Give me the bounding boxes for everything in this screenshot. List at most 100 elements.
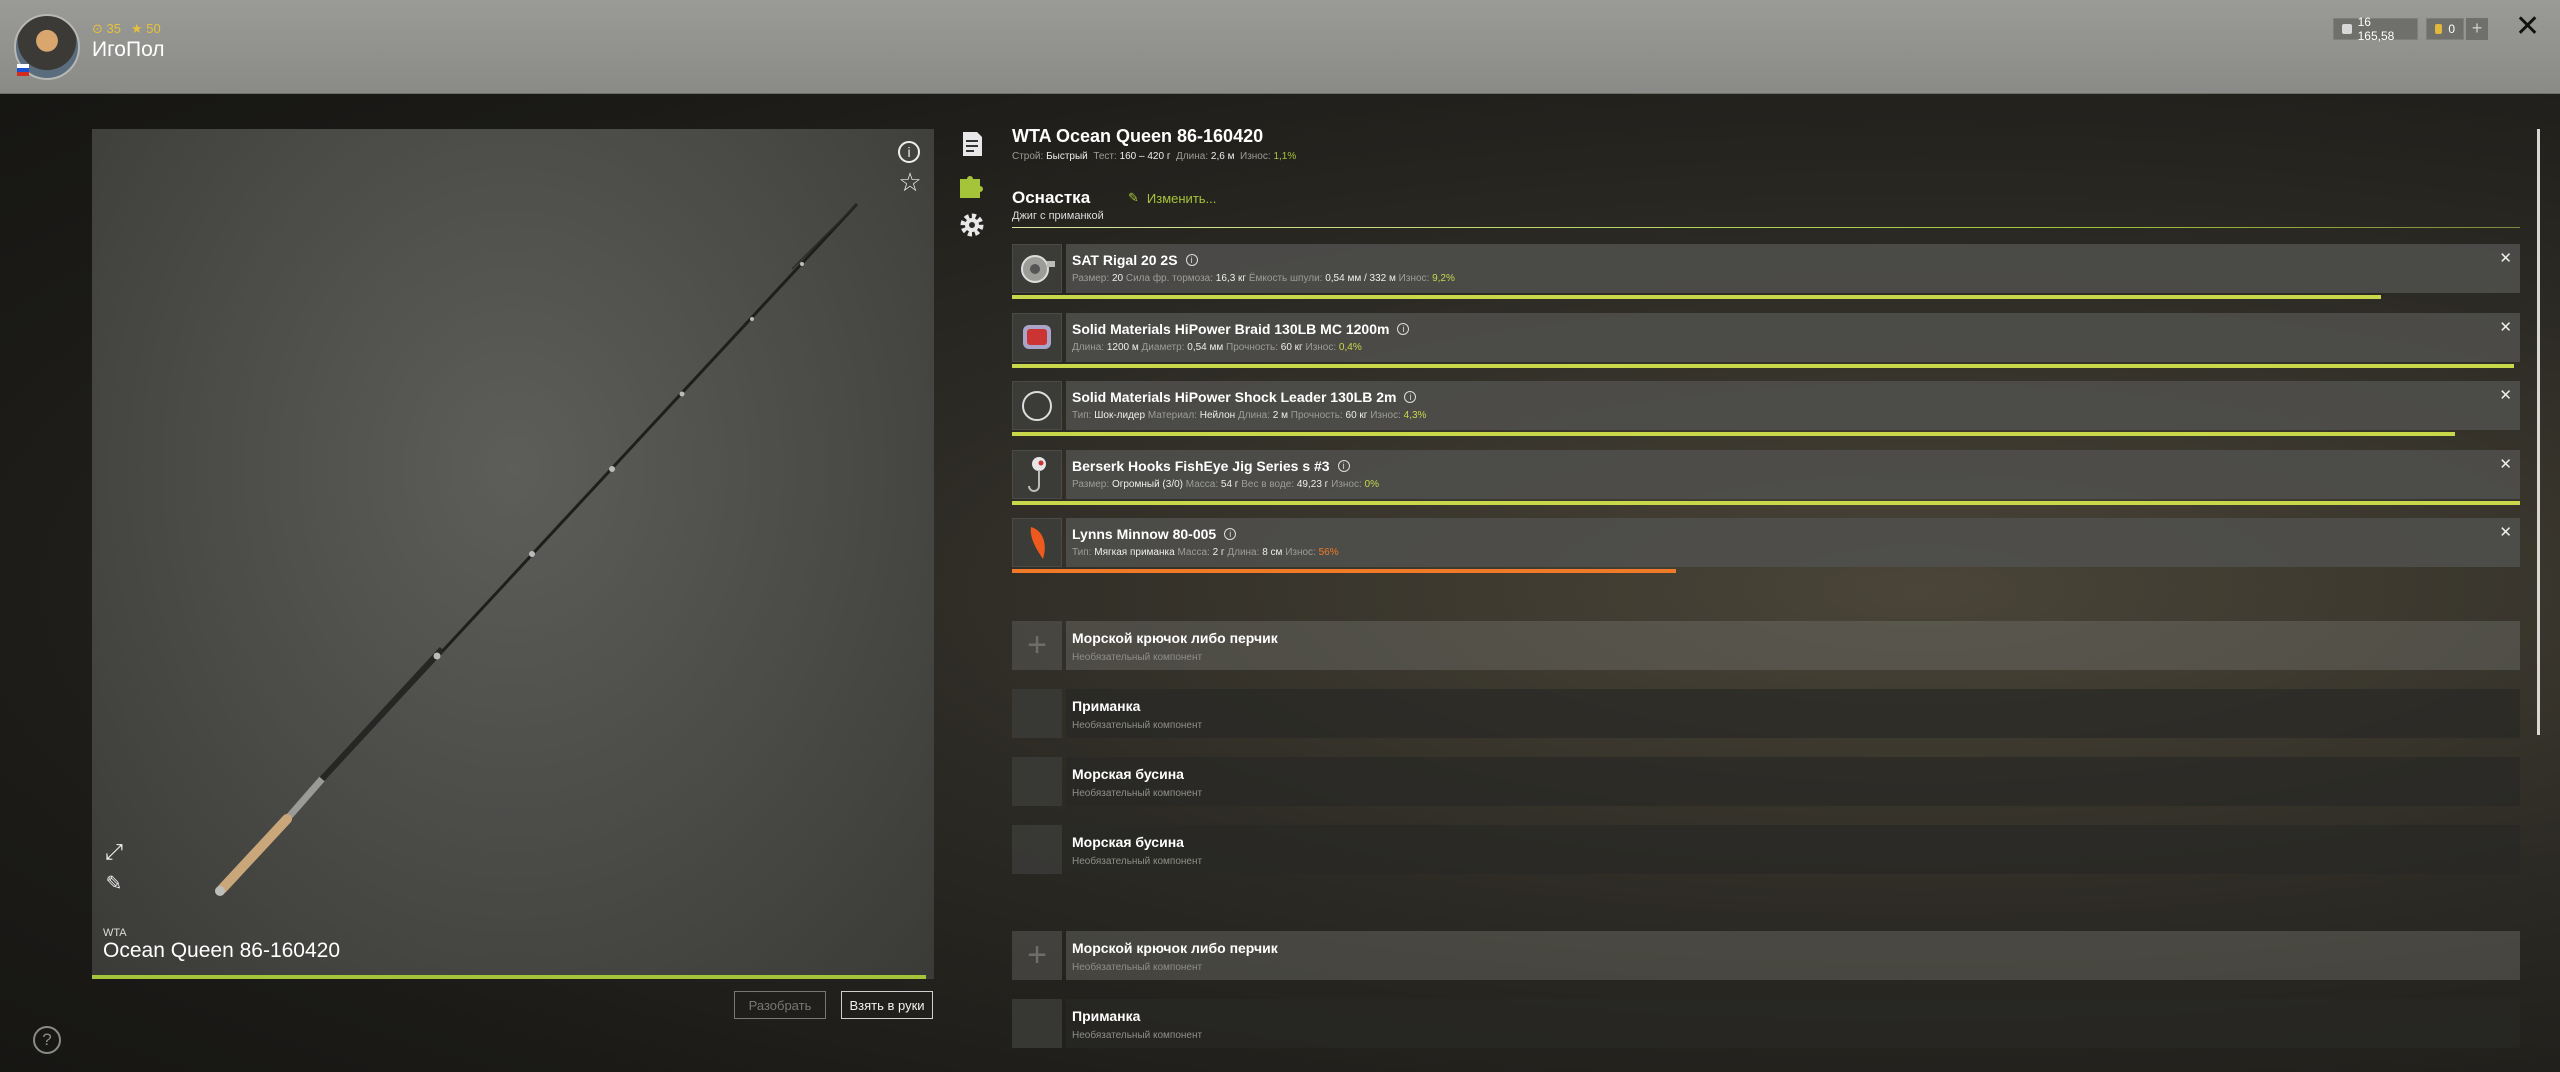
item-condition-bar xyxy=(1012,295,2382,299)
spec-label: Износ: xyxy=(1240,151,1271,162)
remove-item-icon[interactable]: ✕ xyxy=(2499,318,2512,336)
gear-icon[interactable] xyxy=(957,210,987,240)
rig-item-name-text: Solid Materials HiPower Shock Leader 130… xyxy=(1072,389,1397,405)
spec-label: Длина: xyxy=(1176,151,1209,162)
meta-value: 1200 м xyxy=(1106,341,1139,353)
document-icon[interactable] xyxy=(957,129,987,159)
meta-label: Прочность: xyxy=(1290,410,1346,421)
gold-balance[interactable]: 0 xyxy=(2426,18,2464,40)
rig-item-meta: Размер: 20 Сила фр. тормоза: 16,3 кг Ёмк… xyxy=(1072,273,2512,284)
add-icon: + xyxy=(1012,621,1062,670)
meta-value: 49,23 г xyxy=(1296,478,1329,490)
info-icon[interactable]: i xyxy=(1337,459,1350,472)
empty-rig-slot[interactable]: + Морской крючок либо перчик Необязательны… xyxy=(1012,931,2520,980)
meta-value: 0,54 мм xyxy=(1187,341,1224,353)
spec-value: 160 – 420 г xyxy=(1119,151,1171,162)
empty-slot-body: Приманка Необязательный компонент xyxy=(1066,689,2520,738)
spec-label: Тест: xyxy=(1093,151,1117,162)
silver-value: 16 165,58 xyxy=(2357,15,2395,43)
rig-item-name-text: Solid Materials HiPower Braid 130LB MC 1… xyxy=(1072,320,1390,337)
meta-label: Сила фр. тормоза: xyxy=(1125,273,1216,284)
rig-item[interactable]: Berserk Hooks FishEye Jig Series s #3 i Ра… xyxy=(1012,449,2520,499)
info-icon[interactable]: i xyxy=(1397,322,1410,335)
top-bar: ⊙ 35 ★ 50 ИгоПол 16 165,58 0 + ✕ xyxy=(0,0,2560,94)
rod-title: WTA Ocean Queen 86-160420 xyxy=(1012,126,1264,146)
add-icon: + xyxy=(1012,931,1062,980)
rig-item-name: Lynns Minnow 80-005 i xyxy=(1072,526,2512,542)
scrollbar[interactable] xyxy=(2537,129,2540,735)
rod-brand: WTA xyxy=(103,927,127,939)
info-icon[interactable]: i xyxy=(898,141,920,163)
meta-value: 9,2% xyxy=(1432,273,1455,284)
item-condition-bar xyxy=(1012,432,2456,436)
expand-icon[interactable]: ⤢ xyxy=(102,841,126,865)
slot-name: Приманка xyxy=(1072,1008,1141,1024)
rig-item-body: Lynns Minnow 80-005 i Тип: Мягкая приманка… xyxy=(1066,518,2520,567)
add-gold-button[interactable]: + xyxy=(2466,18,2488,40)
silver-balance[interactable]: 16 165,58 xyxy=(2333,15,2418,43)
meta-label: Тип: xyxy=(1072,410,1095,421)
rank-value: 50 xyxy=(146,21,161,36)
leader-thumbnail xyxy=(1012,381,1062,430)
username[interactable]: ИгоПол xyxy=(92,38,165,62)
info-icon[interactable]: i xyxy=(1404,391,1417,403)
slot-description: Необязательный компонент xyxy=(1072,652,1203,663)
rig-item-body: Solid Materials HiPower Shock Leader 130… xyxy=(1066,381,2520,430)
meta-label: Износ: xyxy=(1285,547,1319,558)
empty-rig-slot[interactable]: Морская бусина Необязательный компонент xyxy=(1012,757,2520,806)
empty-slot-body: Морской крючок либо перчик Необязательный… xyxy=(1066,621,2520,670)
meta-value: Нейлон xyxy=(1199,410,1236,421)
edit-rig-link[interactable]: ✎ Изменить... xyxy=(1128,190,1216,206)
meta-value: 4,3% xyxy=(1403,410,1427,421)
info-icon[interactable]: i xyxy=(1224,528,1237,540)
rig-type: Джиг с приманкой xyxy=(1012,210,1104,222)
spec-label: Строй: xyxy=(1012,151,1044,162)
player-stats: ⊙ 35 ★ 50 xyxy=(92,21,161,37)
take-in-hands-button[interactable]: Взять в руки xyxy=(841,991,933,1019)
meta-label: Прочность: xyxy=(1226,341,1281,353)
remove-item-icon[interactable]: ✕ xyxy=(2499,386,2512,404)
silver-coin-icon xyxy=(2342,24,2352,34)
rig-item[interactable]: Lynns Minnow 80-005 i Тип: Мягкая приманка… xyxy=(1012,518,2520,567)
meta-value: 54 г xyxy=(1220,478,1239,490)
rig-item-name: Berserk Hooks FishEye Jig Series s #3 i xyxy=(1072,458,2512,474)
puzzle-icon[interactable] xyxy=(957,170,987,200)
help-icon[interactable]: ? xyxy=(33,1026,61,1054)
empty-rig-slot[interactable]: Приманка Необязательный компонент xyxy=(1012,689,2520,738)
slot-description: Необязательный компонент xyxy=(1072,856,1203,867)
remove-item-icon[interactable]: ✕ xyxy=(2499,249,2512,267)
rig-item-name-text: SAT Rigal 20 2S xyxy=(1072,252,1178,268)
rig-item[interactable]: SAT Rigal 20 2S i Размер: 20 Сила фр. торм… xyxy=(1012,244,2520,293)
star-icon[interactable]: ☆ xyxy=(898,169,922,195)
empty-slot-body: Морская бусина Необязательный компонент xyxy=(1066,757,2520,806)
empty-slot-thumbnail xyxy=(1012,689,1062,738)
empty-rig-slot[interactable]: Морская бусина Необязательный компонент xyxy=(1012,825,2520,874)
empty-slot-body: Морской крючок либо перчик Необязательный… xyxy=(1066,931,2520,980)
meta-value: Шок-лидер xyxy=(1094,410,1146,421)
rig-item-name: Solid Materials HiPower Braid 130LB MC 1… xyxy=(1072,321,2512,337)
empty-rig-slot[interactable]: + Морской крючок либо перчик Необязательны… xyxy=(1012,621,2520,670)
reel-thumbnail xyxy=(1012,244,1062,293)
rig-item-meta: Длина: 1200 м Диаметр: 0,54 мм Прочность… xyxy=(1072,342,2512,353)
edit-icon: ✎ xyxy=(1128,190,1139,205)
meta-label: Материал: xyxy=(1147,410,1200,421)
rig-item-body: Solid Materials HiPower Braid 130LB MC 1… xyxy=(1066,312,2520,362)
rig-item[interactable]: Solid Materials HiPower Braid 130LB MC 1… xyxy=(1012,312,2520,362)
rig-item[interactable]: Solid Materials HiPower Shock Leader 130… xyxy=(1012,381,2520,430)
meta-label: Диаметр: xyxy=(1141,341,1188,353)
meta-label: Длина: xyxy=(1237,410,1273,421)
rod-wear-fill xyxy=(92,975,926,979)
empty-rig-slot[interactable]: Приманка Необязательный компонент xyxy=(1012,999,2520,1048)
remove-item-icon[interactable]: ✕ xyxy=(2499,455,2512,473)
close-icon[interactable]: ✕ xyxy=(2515,12,2540,42)
empty-slot-body: Приманка Необязательный компонент xyxy=(1066,999,2520,1048)
brush-icon[interactable]: ✎ xyxy=(102,873,126,897)
remove-item-icon[interactable]: ✕ xyxy=(2499,523,2512,541)
rig-item-body: SAT Rigal 20 2S i Размер: 20 Сила фр. торм… xyxy=(1066,244,2520,293)
meta-value: 8 см xyxy=(1262,547,1283,558)
meta-label: Износ: xyxy=(1370,410,1404,421)
meta-value: 56% xyxy=(1318,547,1339,558)
disassemble-button[interactable]: Разобрать xyxy=(734,991,826,1019)
jig-thumbnail xyxy=(1012,449,1062,499)
info-icon[interactable]: i xyxy=(1185,254,1198,266)
